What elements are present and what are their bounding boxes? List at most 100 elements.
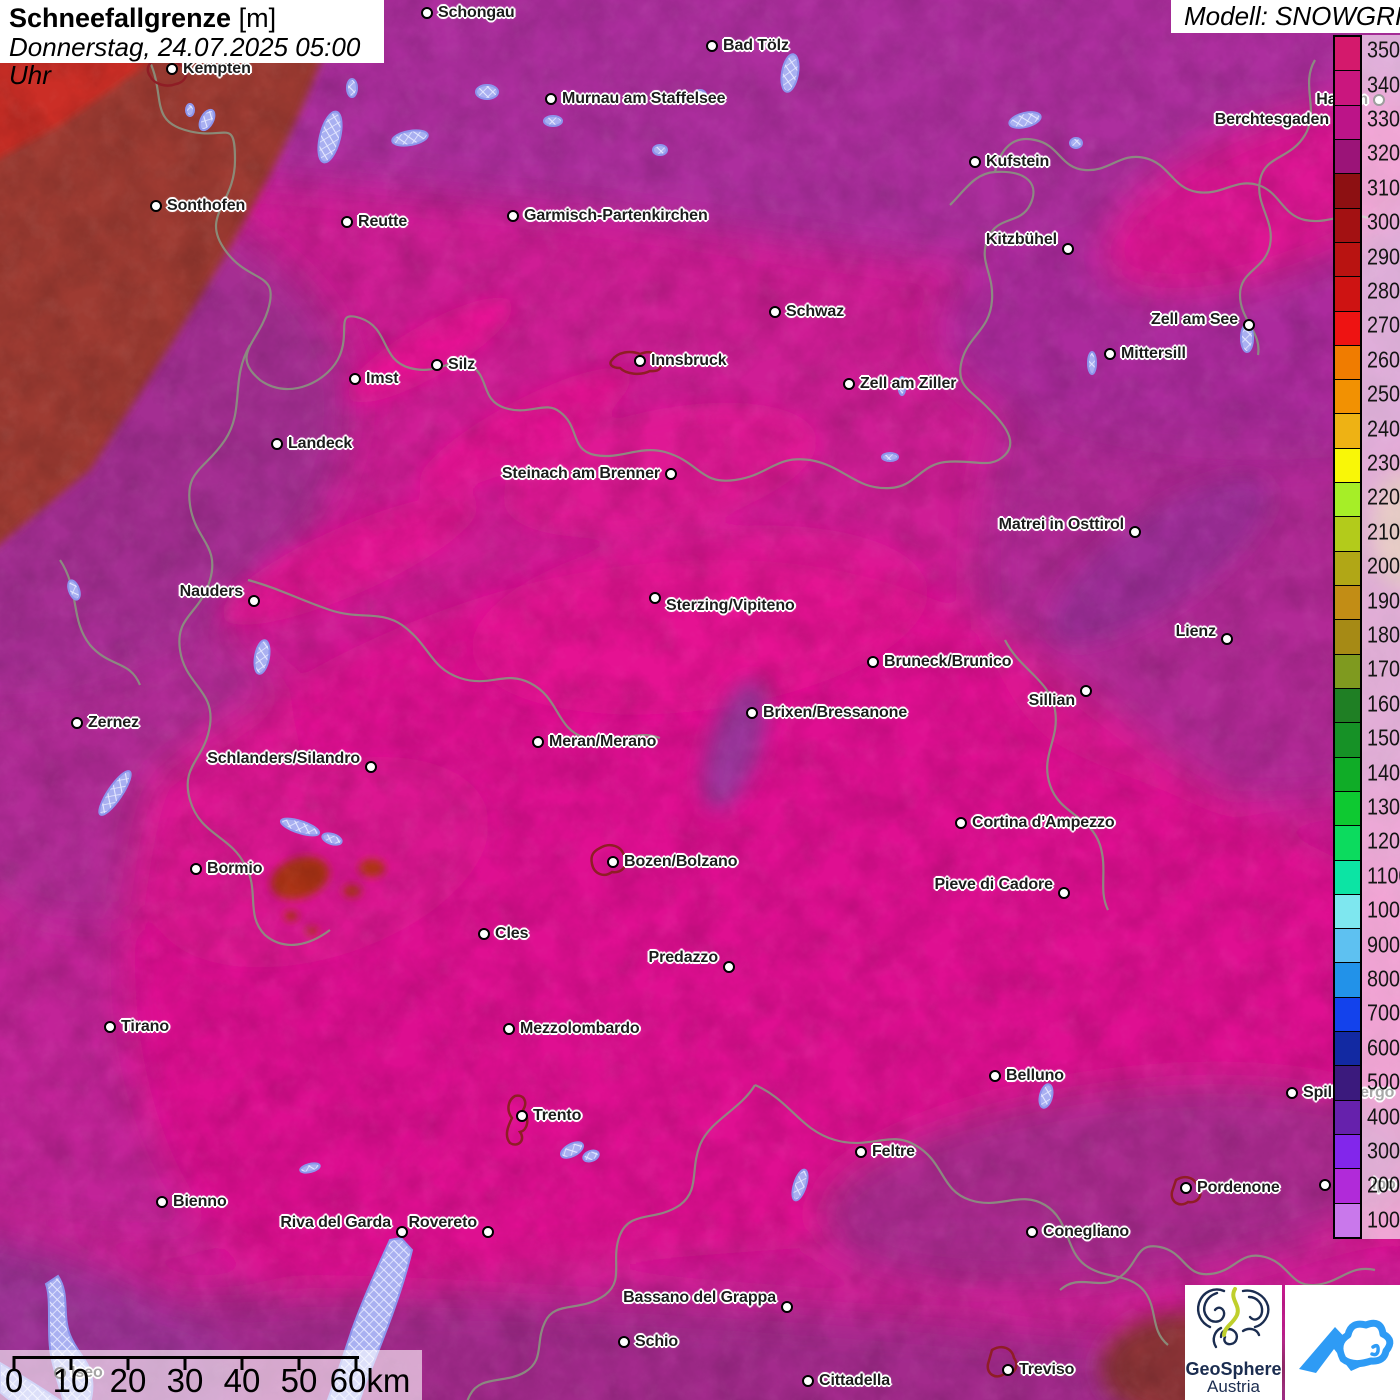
colorbar-cell — [1335, 71, 1360, 106]
colorbar-cell — [1335, 483, 1360, 518]
scalebar-tick-label: 40 — [223, 1362, 261, 1399]
colorbar-tick-label: 2000 — [1367, 552, 1400, 579]
scalebar-tick-label: 0 — [4, 1362, 24, 1399]
colorbar-tick-label: 3100 — [1367, 174, 1400, 201]
colorbar-cell — [1335, 860, 1360, 895]
city-label: Schwaz — [786, 303, 845, 320]
colorbar-cell — [1335, 997, 1360, 1033]
colorbar-tick-label: 1300 — [1367, 793, 1400, 820]
colorbar-tick-label: 300 — [1367, 1137, 1400, 1164]
city-label: Steinach am Brenner — [501, 465, 660, 482]
colorbar-cell — [1335, 963, 1360, 998]
title-box: Schneefallgrenze [m] Donnerstag, 24.07.2… — [0, 0, 384, 89]
city-label: Brixen/Bressanone — [763, 704, 908, 721]
city-label: Conegliano — [1043, 1223, 1130, 1240]
colorbar-tick-label: 2800 — [1367, 277, 1400, 304]
colorbar-tick-label: 1200 — [1367, 827, 1400, 854]
city-dot — [349, 373, 361, 385]
city-dot — [867, 656, 879, 668]
city-dot — [1129, 526, 1141, 538]
scalebar-line — [14, 1356, 359, 1359]
city-marker-layer: Schongau Bad Tölz Kempten Murnau am Staffel… — [0, 0, 1400, 1400]
city-dot — [618, 1336, 630, 1348]
colorbar-cell — [1335, 242, 1360, 278]
city-label: Reutte — [358, 213, 408, 230]
colorbar-cell — [1335, 654, 1360, 689]
city-dot — [1286, 1087, 1298, 1099]
partner-logo-box — [1285, 1285, 1400, 1400]
colorbar-tick-label: 2200 — [1367, 483, 1400, 510]
map-title: Schneefallgrenze — [9, 3, 232, 33]
city-dot — [507, 210, 519, 222]
city-label: Meran/Merano — [549, 733, 657, 750]
city-label: Bassano del Grappa — [623, 1289, 776, 1306]
city-label: Tirano — [121, 1018, 170, 1035]
colorbar-cell — [1335, 174, 1360, 209]
city-dot — [431, 359, 443, 371]
city-dot — [482, 1226, 494, 1238]
city-label: Lienz — [1175, 623, 1217, 640]
colorbar-tick-label: 3300 — [1367, 105, 1400, 132]
colorbar-cell — [1335, 380, 1360, 415]
colorbar-cell — [1335, 826, 1360, 861]
city-dot — [1002, 1364, 1014, 1376]
city-label: Rovereto — [408, 1214, 477, 1231]
city-dot — [516, 1110, 528, 1122]
colorbar-cell — [1335, 551, 1360, 586]
colorbar-cell — [1335, 311, 1360, 346]
city-dot — [1062, 243, 1074, 255]
distance-scalebar: 0 10 20 30 40 50 60km — [0, 1350, 422, 1400]
colorbar-tick-label: 2600 — [1367, 346, 1400, 373]
city-dot — [396, 1226, 408, 1238]
geosphere-swirl-icon — [1196, 1287, 1270, 1349]
colorbar-tick-label: 2300 — [1367, 449, 1400, 476]
city-label: Belluno — [1006, 1067, 1064, 1084]
colorbar-cell — [1335, 1135, 1360, 1170]
colorbar-cell — [1335, 105, 1360, 140]
colorbar-tick-label: 3500 — [1367, 36, 1400, 63]
colorbar-tick-label: 900 — [1367, 931, 1400, 958]
colorbar-tick-label: 1700 — [1367, 655, 1400, 682]
city-label: Schlanders/Silandro — [207, 750, 360, 767]
city-dot — [989, 1070, 1001, 1082]
city-dot — [649, 592, 661, 604]
colorbar-cell — [1335, 414, 1360, 449]
city-dot — [723, 961, 735, 973]
city-dot — [156, 1196, 168, 1208]
city-label: Sonthofen — [167, 197, 246, 214]
colorbar-cell — [1335, 620, 1360, 655]
colorbar-tick-label: 3200 — [1367, 139, 1400, 166]
city-dot — [706, 40, 718, 52]
geosphere-austria-text: Austria — [1207, 1377, 1260, 1396]
colorbar-cell — [1335, 1032, 1360, 1067]
city-dot — [781, 1301, 793, 1313]
colorbar-tick-label: 2700 — [1367, 311, 1400, 338]
city-dot — [607, 856, 619, 868]
colorbar-cell — [1335, 586, 1360, 621]
colorbar-cell — [1335, 37, 1360, 72]
city-label: Mittersill — [1121, 345, 1186, 362]
city-dot — [248, 595, 260, 607]
city-dot — [532, 736, 544, 748]
city-dot — [634, 355, 646, 367]
scalebar-tick-label: 60km — [329, 1362, 411, 1399]
city-dot — [190, 863, 202, 875]
colorbar-cell — [1335, 277, 1360, 312]
scalebar-tick-label: 50 — [280, 1362, 318, 1399]
scalebar-tick-label: 10 — [52, 1362, 90, 1399]
colorbar-tick-label: 600 — [1367, 1034, 1400, 1061]
city-dot — [71, 717, 83, 729]
city-dot — [769, 306, 781, 318]
colorbar-cell — [1335, 723, 1360, 758]
map-title-unit: [m] — [231, 3, 277, 33]
colorbar-cell — [1335, 1100, 1360, 1135]
colorbar-cell — [1335, 791, 1360, 827]
colorbar-tick-label: 100 — [1367, 1206, 1400, 1233]
colorbar-tick-label: 700 — [1367, 999, 1400, 1026]
page-title: Schneefallgrenze [m] — [9, 4, 384, 33]
city-label: Schongau — [438, 4, 515, 21]
city-label: Bad Tölz — [723, 37, 789, 54]
city-label: Imst — [366, 370, 399, 387]
city-dot — [1243, 319, 1255, 331]
scalebar-tick-label: 30 — [166, 1362, 204, 1399]
